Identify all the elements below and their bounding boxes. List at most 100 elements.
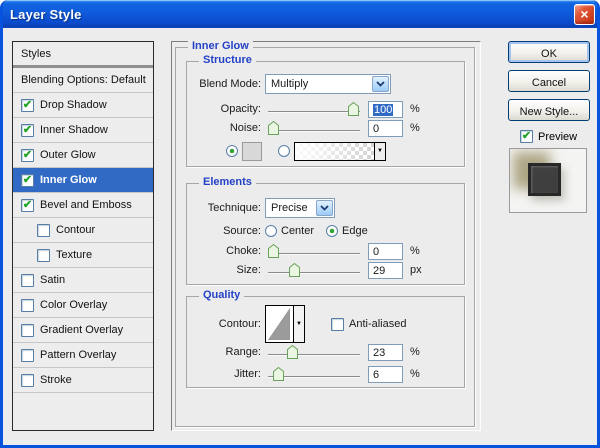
style-item-color-overlay[interactable]: Color Overlay — [13, 293, 153, 318]
gradient-picker[interactable]: ▼ — [294, 142, 386, 161]
noise-slider[interactable] — [268, 121, 360, 135]
jitter-input[interactable]: 6 — [368, 366, 403, 383]
anti-aliased-label: Anti-aliased — [349, 318, 406, 330]
opacity-slider-thumb[interactable] — [348, 102, 359, 116]
choke-unit: % — [410, 245, 420, 257]
noise-value: 0 — [373, 123, 379, 135]
opacity-input[interactable]: 100 — [368, 101, 403, 118]
noise-slider-track[interactable] — [268, 130, 360, 131]
style-item-label: Outer Glow — [40, 149, 96, 161]
cancel-button[interactable]: Cancel — [508, 70, 590, 92]
preview-toggle[interactable]: ✔ Preview — [520, 130, 577, 143]
contour-dropdown-arrow-icon[interactable]: ▼ — [293, 306, 304, 342]
close-icon: × — [580, 6, 588, 22]
style-item-bevel-and-emboss[interactable]: ✔Bevel and Emboss — [13, 193, 153, 218]
opacity-slider-track[interactable] — [268, 111, 360, 112]
pattern-overlay-checkbox[interactable] — [21, 349, 34, 362]
style-item-contour[interactable]: Contour — [13, 218, 153, 243]
style-item-pattern-overlay[interactable]: Pattern Overlay — [13, 343, 153, 368]
style-item-satin[interactable]: Satin — [13, 268, 153, 293]
drop-shadow-checkbox[interactable]: ✔ — [21, 99, 34, 112]
blend-mode-dropdown-button[interactable] — [372, 76, 389, 92]
inner-glow-group-title: Inner Glow — [188, 40, 253, 52]
technique-dropdown-button[interactable] — [316, 200, 333, 216]
jitter-label: Jitter: — [190, 368, 261, 380]
choke-slider[interactable] — [268, 244, 360, 258]
style-item-inner-shadow[interactable]: ✔Inner Shadow — [13, 118, 153, 143]
style-item-outer-glow[interactable]: ✔ Outer Glow — [13, 143, 153, 168]
styles-list-header: Styles — [13, 42, 153, 66]
bevel-and-emboss-checkbox[interactable]: ✔ — [21, 199, 34, 212]
opacity-slider[interactable] — [268, 102, 360, 116]
title-bar: Layer Style × — [0, 0, 600, 28]
choke-slider-thumb[interactable] — [268, 244, 279, 258]
noise-slider-thumb[interactable] — [268, 121, 279, 135]
contour-thumbnail[interactable] — [268, 308, 290, 340]
choke-slider-track[interactable] — [268, 253, 360, 254]
style-item-label: Stroke — [40, 374, 72, 386]
quality-group-title: Quality — [199, 289, 244, 301]
contour-checkbox[interactable] — [37, 224, 50, 237]
range-slider-thumb[interactable] — [287, 345, 298, 359]
size-slider-thumb[interactable] — [289, 263, 300, 277]
inner-glow-checkbox[interactable]: ✔ — [21, 174, 34, 187]
stroke-checkbox[interactable] — [21, 374, 34, 387]
gradient-radio[interactable] — [278, 145, 290, 157]
style-item-stroke[interactable]: Stroke — [13, 368, 153, 393]
opacity-label: Opacity: — [190, 103, 261, 115]
ok-button[interactable]: OK — [508, 41, 590, 63]
blend-mode-row: Blend Mode: Multiply — [190, 73, 462, 95]
source-center-radio[interactable] — [265, 225, 277, 237]
contour-label: Contour: — [190, 318, 261, 330]
preview-layer-square — [528, 163, 561, 196]
contour-row: Contour: ▼ Anti-aliased — [190, 305, 462, 343]
glow-color-swatch[interactable] — [242, 142, 262, 161]
jitter-slider-thumb[interactable] — [273, 367, 284, 381]
noise-label: Noise: — [190, 122, 261, 134]
color-overlay-checkbox[interactable] — [21, 299, 34, 312]
style-item-label: Gradient Overlay — [40, 324, 123, 336]
anti-aliased-checkbox[interactable] — [331, 318, 344, 331]
blend-mode-select[interactable]: Multiply — [265, 74, 391, 94]
style-item-label: Drop Shadow — [40, 99, 107, 111]
preview-checkbox[interactable]: ✔ — [520, 130, 533, 143]
technique-label: Technique: — [190, 202, 261, 214]
range-label: Range: — [190, 346, 261, 358]
satin-checkbox[interactable] — [21, 274, 34, 287]
style-item-texture[interactable]: Texture — [13, 243, 153, 268]
jitter-slider[interactable] — [268, 367, 360, 381]
jitter-unit: % — [410, 368, 420, 380]
size-row: Size: 29 px — [190, 259, 462, 281]
close-button[interactable]: × — [574, 4, 595, 25]
choke-input[interactable]: 0 — [368, 243, 403, 260]
style-item-inner-glow[interactable]: ✔Inner Glow — [13, 168, 153, 193]
inner-shadow-checkbox[interactable]: ✔ — [21, 124, 34, 137]
blend-mode-label: Blend Mode: — [190, 78, 261, 90]
texture-checkbox[interactable] — [37, 249, 50, 262]
gradient-dropdown-arrow-icon[interactable]: ▼ — [374, 143, 385, 160]
elements-group-title: Elements — [199, 176, 256, 188]
style-item-blending-options-default[interactable]: Blending Options: Default — [13, 68, 153, 93]
style-item-drop-shadow[interactable]: ✔ Drop Shadow — [13, 93, 153, 118]
size-slider[interactable] — [268, 263, 360, 277]
size-input[interactable]: 29 — [368, 262, 403, 279]
style-item-label: Texture — [56, 249, 92, 261]
new-style-button[interactable]: New Style... — [508, 99, 590, 121]
noise-input[interactable]: 0 — [368, 120, 403, 137]
size-slider-track[interactable] — [268, 272, 360, 273]
range-slider[interactable] — [268, 345, 360, 359]
source-edge-radio[interactable] — [326, 225, 338, 237]
gradient-overlay-checkbox[interactable] — [21, 324, 34, 337]
technique-select[interactable]: Precise — [265, 198, 335, 218]
range-value: 23 — [373, 347, 385, 359]
color-radio[interactable] — [226, 145, 238, 157]
range-slider-track[interactable] — [268, 354, 360, 355]
style-item-label: Satin — [40, 274, 65, 286]
range-input[interactable]: 23 — [368, 344, 403, 361]
source-center-label: Center — [281, 225, 314, 237]
contour-picker[interactable]: ▼ — [265, 305, 305, 343]
style-item-label: Color Overlay — [40, 299, 107, 311]
styles-list: Styles Blending Options: Default ✔ Drop Sh… — [12, 41, 154, 431]
outer-glow-checkbox[interactable]: ✔ — [21, 149, 34, 162]
style-item-gradient-overlay[interactable]: Gradient Overlay — [13, 318, 153, 343]
